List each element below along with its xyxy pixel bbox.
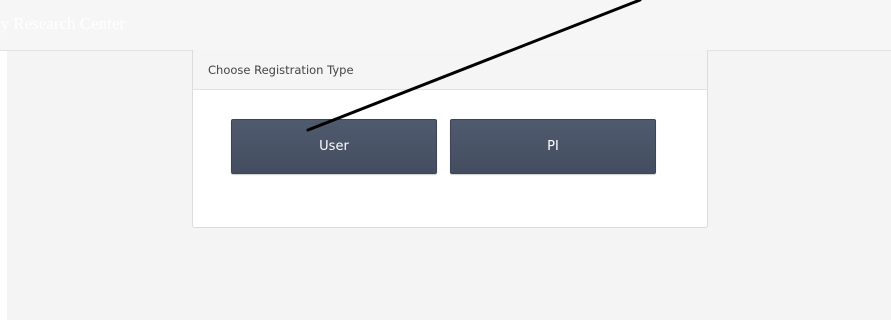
registration-type-panel: Choose Registration Type User PI xyxy=(192,50,708,228)
panel-heading: Choose Registration Type xyxy=(193,50,707,90)
pi-registration-button[interactable]: PI xyxy=(450,119,656,174)
top-navbar: gy Research Center xyxy=(0,0,891,51)
brand-title[interactable]: gy Research Center xyxy=(0,14,125,34)
user-registration-button[interactable]: User xyxy=(231,119,437,174)
